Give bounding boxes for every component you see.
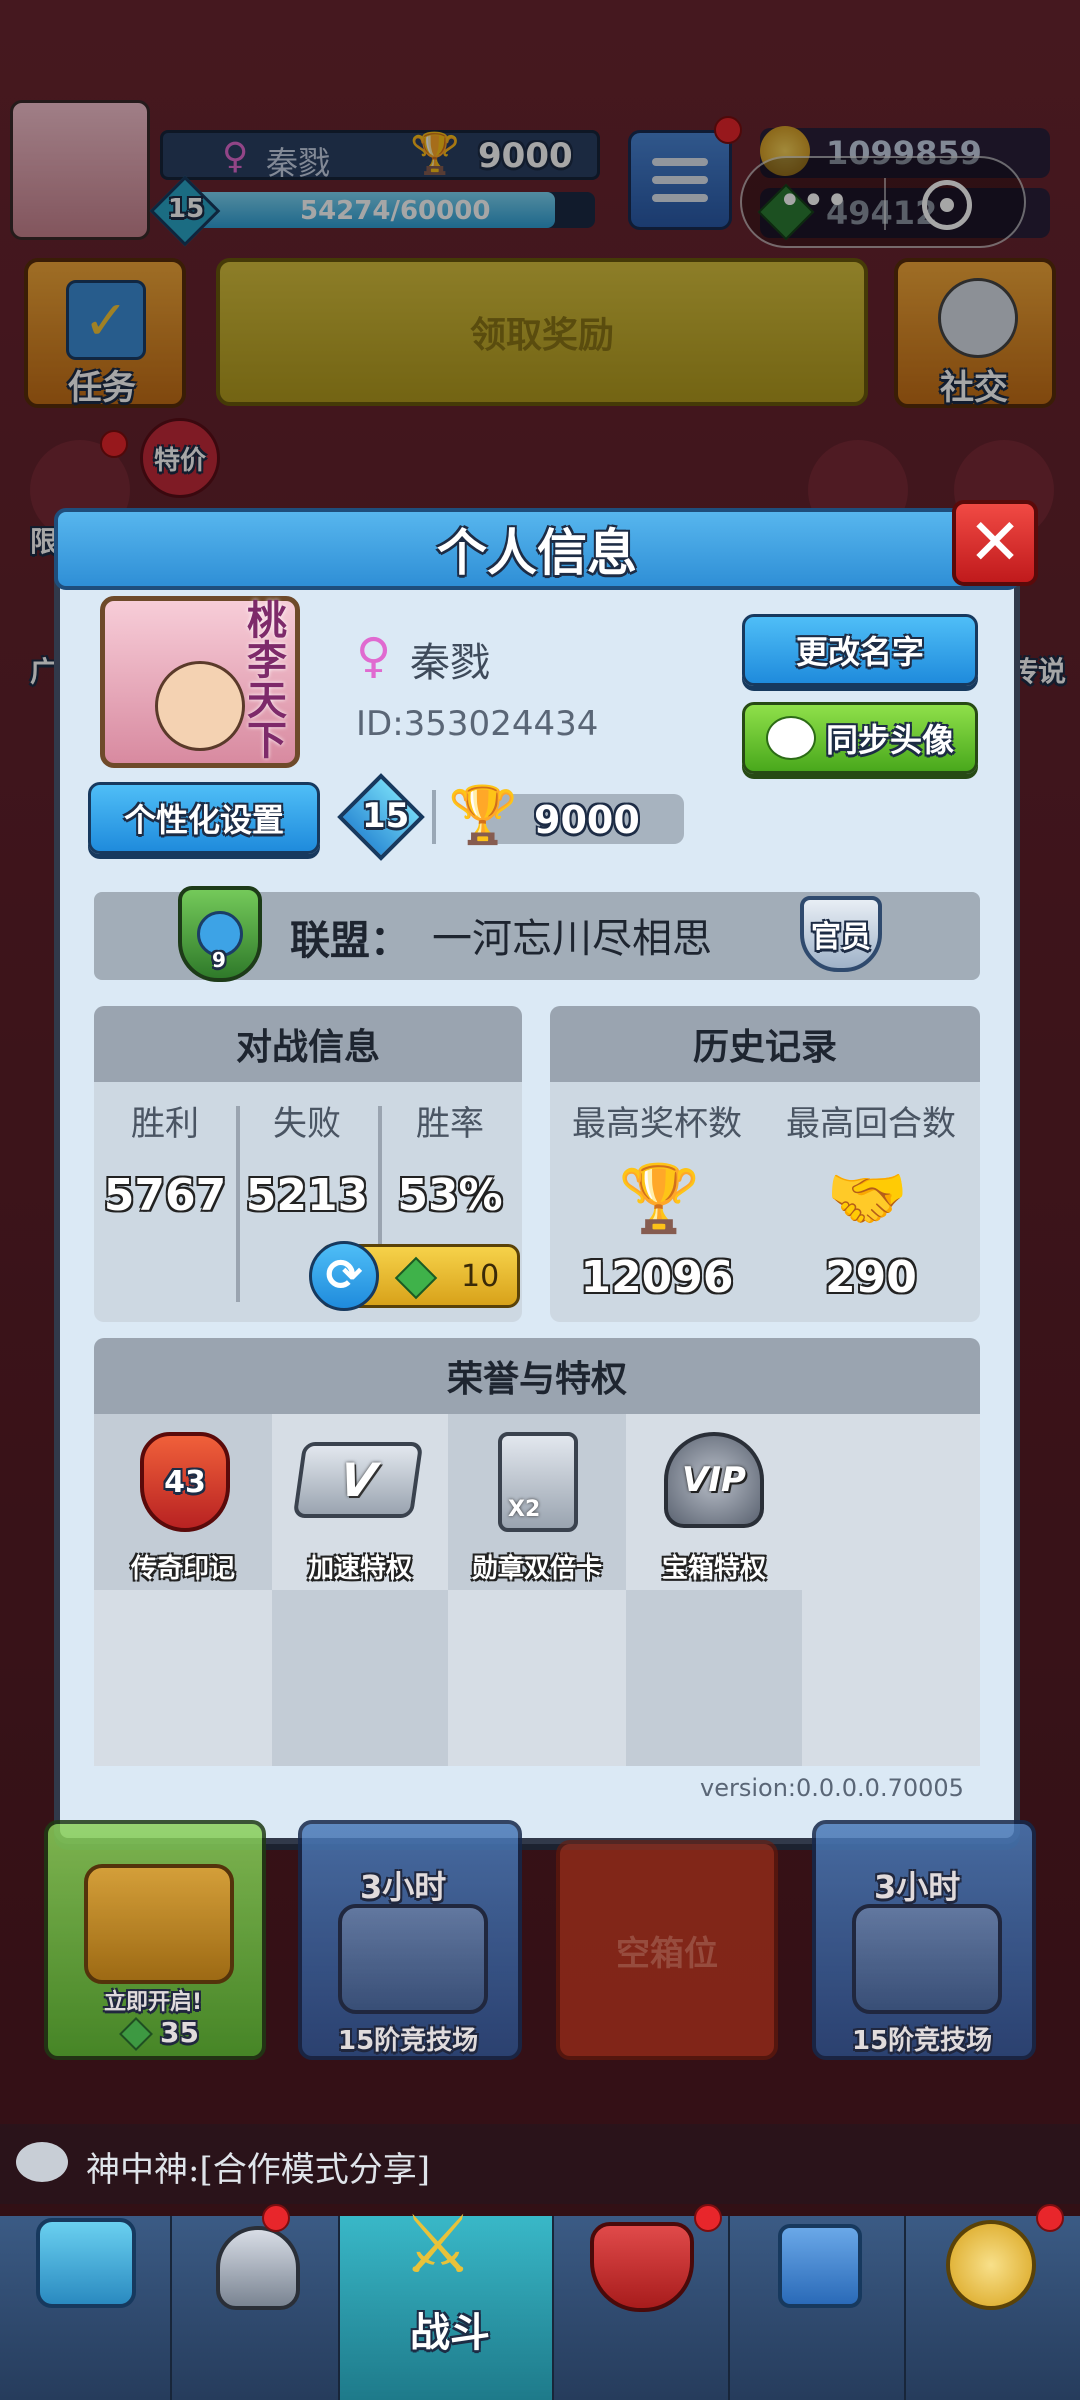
battle-tab-label: 战斗	[410, 2310, 490, 2356]
win-rate-value: 53%	[397, 1170, 503, 1221]
win-label: 胜利	[131, 1104, 199, 1144]
profile-title: 个人信息	[437, 524, 637, 582]
nav-events-badge	[1036, 2204, 1064, 2232]
loss-label: 失败	[273, 1104, 341, 1144]
honor-cell-empty	[626, 1590, 802, 1766]
vip-chest-text: VIP	[682, 1460, 746, 1500]
chat-bubble-icon	[16, 2142, 68, 2182]
treasure-chest-icon	[36, 2218, 136, 2308]
honor-cell-empty	[802, 1590, 980, 1766]
close-icon: ✕	[968, 506, 1022, 580]
crossed-swords-icon: ⚔	[402, 2198, 474, 2291]
nav-tab-events[interactable]	[906, 2216, 1080, 2400]
honor-label-medal-double: 勋章双倍卡	[471, 1554, 602, 1584]
clan-crown-icon	[590, 2222, 694, 2312]
rename-button[interactable]: 更改名字	[742, 614, 978, 686]
alliance-level: 9	[212, 948, 226, 972]
honor-cell-empty	[802, 1414, 980, 1590]
legend-mark-level: 43	[164, 1464, 206, 1500]
chat-bar[interactable]: 神中神:[合作模式分享]	[0, 2124, 1080, 2204]
chest-slot-ready[interactable]: 立即开启! 35	[44, 1820, 266, 2060]
chest-slot-empty[interactable]: 空箱位	[556, 1840, 778, 2060]
nav-tab-social[interactable]	[730, 2216, 906, 2400]
version-text: version:0.0.0.0.70005	[700, 1774, 964, 1802]
chest-open-label: 立即开启!	[104, 1990, 203, 2015]
honors-header: 荣誉与特权	[94, 1338, 980, 1414]
reset-gem-icon	[394, 1256, 438, 1300]
nav-cards-badge	[262, 2204, 290, 2232]
win-rate-label: 胜率	[416, 1104, 484, 1144]
chest-timer: 3小时	[360, 1868, 447, 1906]
close-button[interactable]: ✕	[952, 500, 1038, 586]
profile-trophies: 9000	[534, 798, 640, 842]
vip-chest-icon: VIP	[664, 1432, 764, 1528]
medal-double-card-icon: X2	[498, 1432, 578, 1532]
chest-timer: 3小时	[874, 1868, 961, 1906]
history-header: 历史记录	[550, 1006, 980, 1082]
max-rounds-label: 最高回合数	[786, 1104, 956, 1144]
alliance-role: 官员	[811, 920, 871, 955]
trophy-icon: 🏆	[448, 783, 518, 848]
nav-tab-clan[interactable]	[554, 2216, 730, 2400]
chest-arena-label: 15阶竞技场	[338, 2026, 479, 2056]
empty-slot-label: 空箱位	[616, 1933, 718, 1974]
personalize-button[interactable]: 个性化设置	[88, 782, 320, 854]
honor-label-chest-privilege: 宝箱特权	[661, 1554, 766, 1584]
nav-tab-cards[interactable]	[172, 2216, 340, 2400]
medal-double-card-multiplier: X2	[508, 1497, 541, 1522]
nav-tab-shop[interactable]	[0, 2216, 172, 2400]
alliance-name: 一河忘川尽相思	[432, 916, 712, 962]
profile-id: ID:353024434	[356, 704, 599, 744]
chat-message: 神中神:[合作模式分享]	[86, 2150, 430, 2190]
chest-slot[interactable]: 3小时 15阶竞技场	[812, 1820, 1036, 2060]
avatar-face-icon	[155, 661, 245, 751]
chest-arena-label: 15阶竞技场	[852, 2026, 993, 2056]
alliance-label: 联盟：	[290, 918, 410, 964]
chest-gem-icon	[119, 2017, 153, 2051]
chest-icon	[84, 1864, 234, 1984]
compass-icon	[946, 2220, 1036, 2310]
sync-avatar-button[interactable]: 同步头像	[742, 702, 978, 774]
chest-icon	[338, 1904, 488, 2014]
profile-avatar[interactable]: 桃李天下	[100, 596, 300, 768]
speedup-card-letter: V	[336, 1453, 380, 1507]
max-trophy-icon: 🏆	[618, 1160, 701, 1237]
profile-level: 15	[362, 796, 410, 836]
battle-info-header: 对战信息	[94, 1006, 522, 1082]
max-rounds-value: 290	[825, 1252, 917, 1303]
knight-helmet-icon	[216, 2226, 300, 2310]
speedup-card-icon: V	[292, 1442, 424, 1518]
chest-slot[interactable]: 3小时 15阶竞技场	[298, 1820, 522, 2060]
refresh-icon: ⟳	[309, 1241, 379, 1311]
reset-cost: 10	[461, 1259, 500, 1294]
wins-value: 5767	[103, 1170, 227, 1221]
max-trophies-value: 12096	[580, 1252, 734, 1303]
honor-cell-empty	[94, 1590, 272, 1766]
legend-mark-icon: 43	[140, 1432, 230, 1532]
losses-value: 5213	[245, 1170, 369, 1221]
wechat-icon	[765, 716, 816, 760]
profile-name: 秦戮	[410, 640, 490, 686]
female-gender-icon: ♀	[356, 628, 392, 684]
honor-label-legend-mark: 传奇印记	[130, 1554, 235, 1584]
avatar-text: 桃李天下	[247, 598, 287, 764]
honor-label-speedup: 加速特权	[307, 1554, 412, 1584]
alliance-role-badge: 官员	[800, 896, 882, 972]
chest-open-cost: 35	[160, 2016, 199, 2049]
handshake-icon: 🤝	[826, 1160, 909, 1237]
nav-clan-badge	[694, 2204, 722, 2232]
honor-cell-empty	[272, 1590, 448, 1766]
max-trophies-label: 最高奖杯数	[572, 1104, 742, 1144]
profile-title-bar: 个人信息	[54, 508, 1020, 590]
sync-avatar-label: 同步头像	[825, 721, 954, 759]
chest-icon	[852, 1904, 1002, 2014]
nav-tab-battle[interactable]: ⚔ 战斗	[340, 2198, 554, 2400]
honor-cell-empty	[448, 1590, 626, 1766]
social-group-icon	[778, 2224, 862, 2308]
reset-stats-button[interactable]: ⟳ 10	[309, 1241, 520, 1311]
